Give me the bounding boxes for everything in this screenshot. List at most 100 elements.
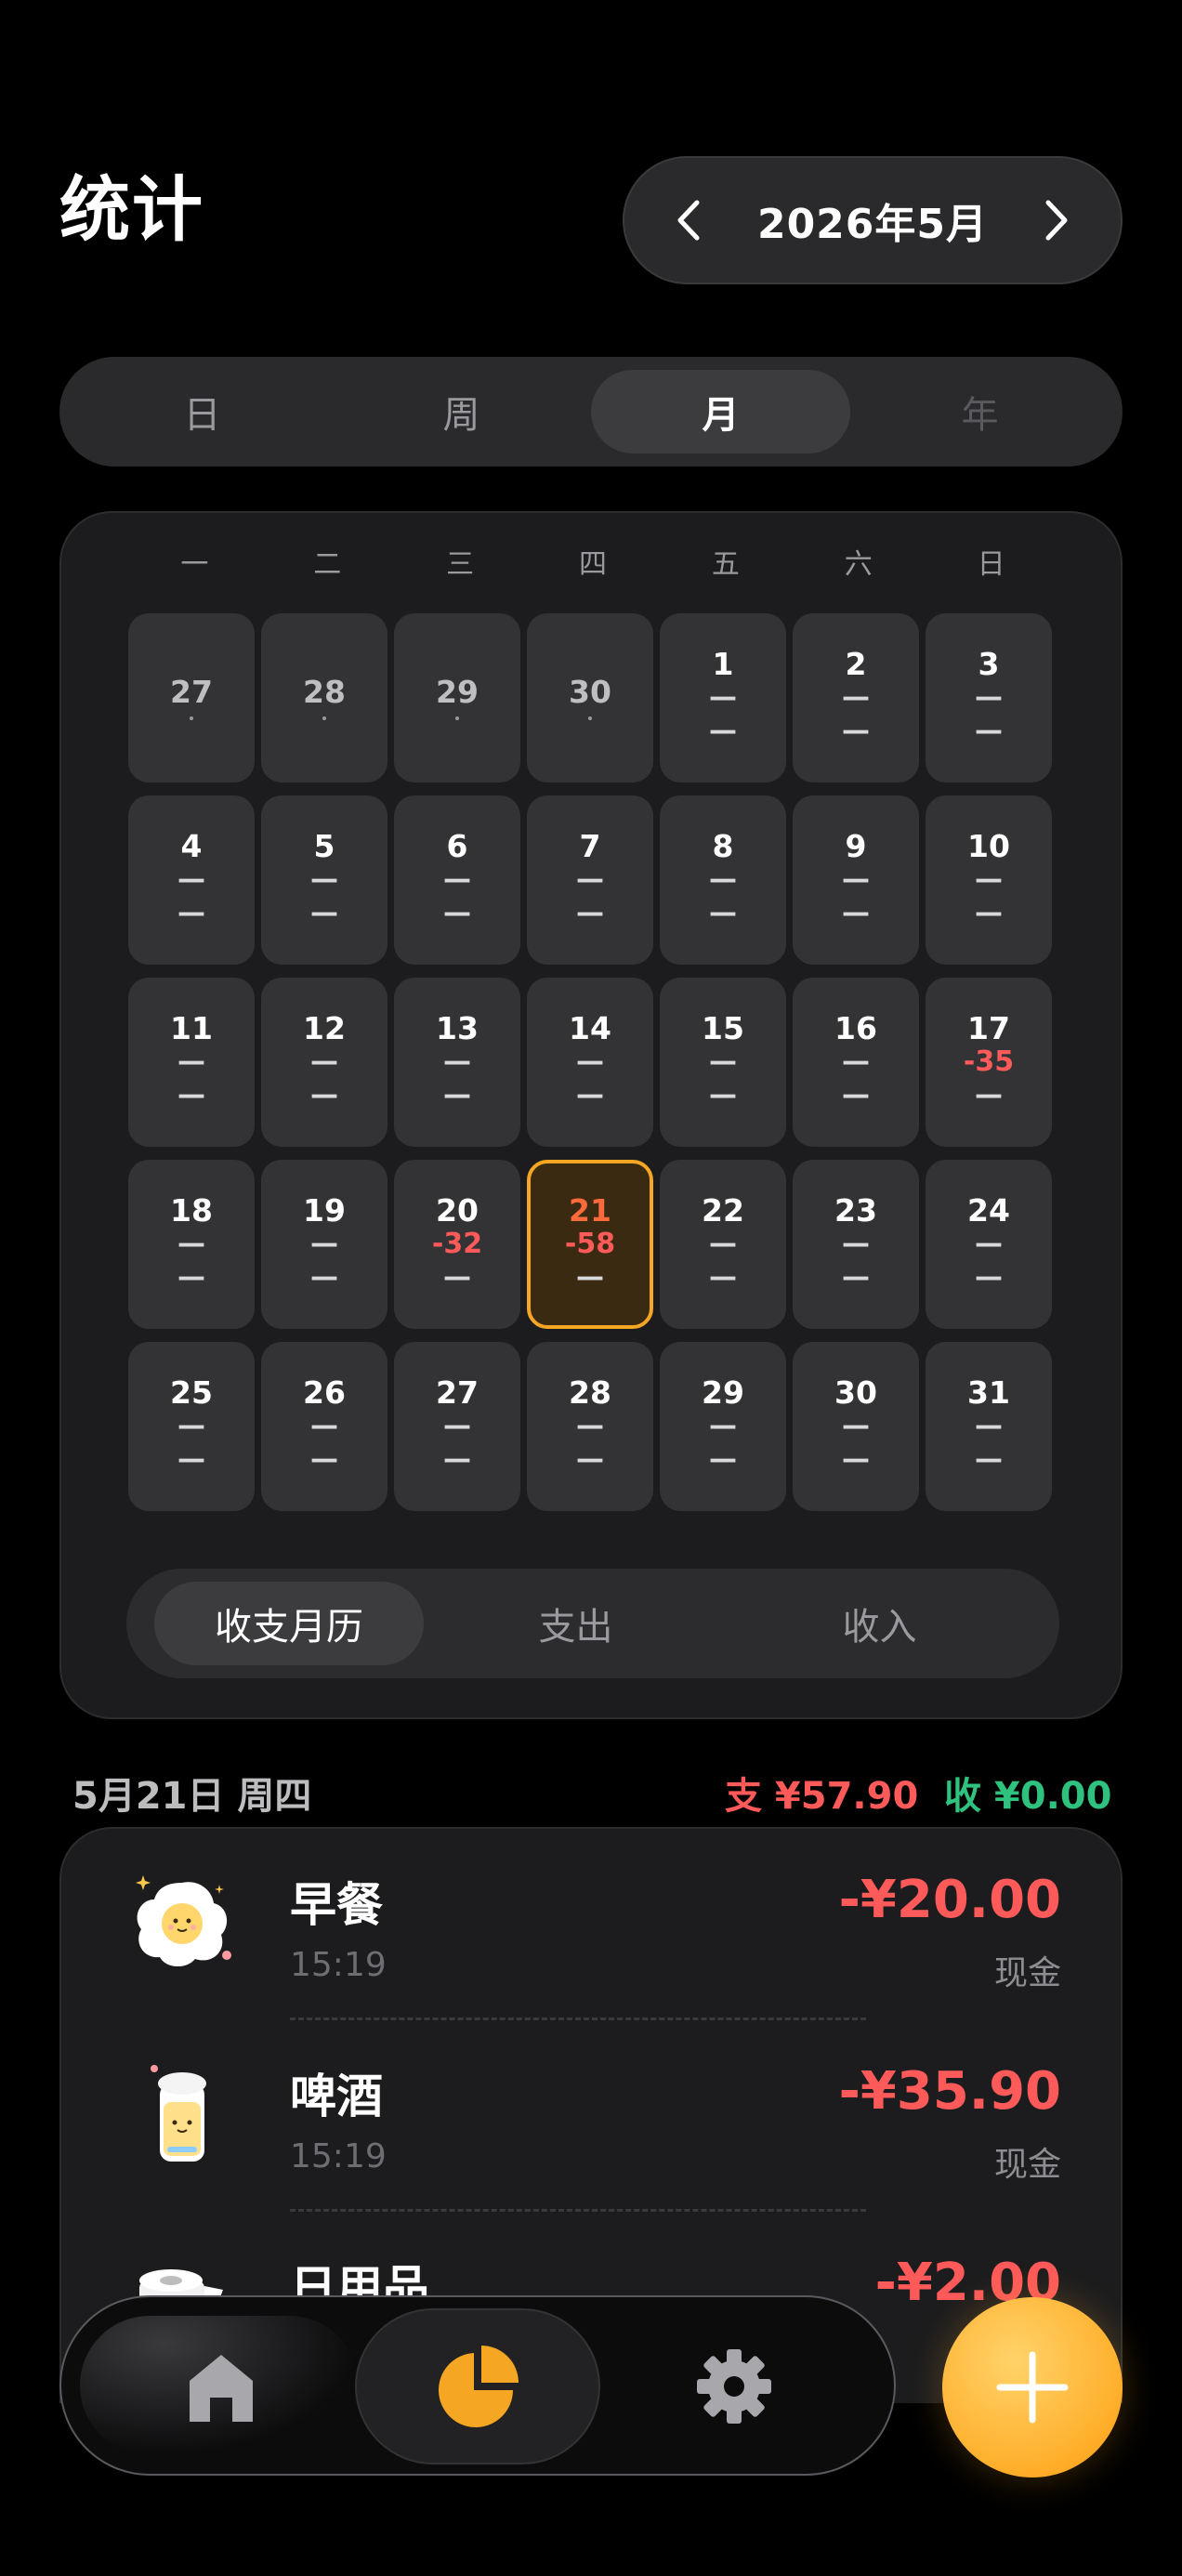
calendar-day-cell[interactable]: 6— — [394,795,520,965]
tab-week[interactable]: 周 [332,370,591,453]
page-title: 统计 [59,168,204,251]
chevron-left-icon[interactable] [665,197,712,243]
day-income: — [177,1261,205,1295]
calendar-day-cell[interactable]: 5— — [261,795,387,965]
day-income: — [310,1443,338,1477]
calendar-day-cell[interactable]: 4— — [128,795,255,965]
nav-statistics[interactable] [355,2308,600,2464]
day-expense: — [177,1045,205,1079]
weekday-label: 二 [313,548,342,581]
period-tabs: 日 周 月 年 [59,357,1123,467]
calendar-day-cell[interactable]: 1— — [660,613,786,782]
calendar-mode-tabs: 收支月历 支出 收入 [126,1569,1059,1678]
calendar-day-cell[interactable]: 31— — [926,1342,1052,1511]
calendar-day-cell[interactable]: 8— — [660,795,786,965]
day-number: 1 [712,645,734,682]
tab-day[interactable]: 日 [72,370,332,453]
day-number: 30 [834,1373,877,1411]
day-expense: — [975,863,1003,897]
calendar-day-cell[interactable]: 18— — [128,1160,255,1329]
day-number: 24 [967,1191,1010,1229]
day-number: 10 [967,827,1010,864]
nav-settings[interactable] [611,2308,857,2464]
current-month-label[interactable]: 2026年5月 [757,191,988,250]
calendar-day-cell[interactable]: 10— — [926,795,1052,965]
transaction-name: 啤酒 [290,2070,383,2123]
tab-year[interactable]: 年 [850,370,1110,453]
add-record-button[interactable] [942,2297,1123,2477]
day-number: 19 [303,1191,346,1229]
day-number: 29 [702,1373,744,1411]
day-income: — [576,1261,604,1295]
calendar-day-cell[interactable]: 27— — [394,1342,520,1511]
calendar-day-cell[interactable]: 29— — [660,1342,786,1511]
calendar-day-cell[interactable]: 29 [394,613,520,782]
day-expense: -35 [963,1045,1015,1079]
calendar-day-cell[interactable]: 15— — [660,978,786,1147]
day-expense: — [709,1045,737,1079]
tab-month[interactable]: 月 [591,370,850,453]
day-number: 25 [170,1373,213,1411]
calendar-day-cell[interactable]: 17 -35— [926,978,1052,1147]
day-number: 27 [436,1373,479,1411]
calendar-day-cell[interactable]: 30— — [793,1342,919,1511]
day-expense: — [443,1045,471,1079]
calendar-day-cell[interactable]: 12— — [261,978,387,1147]
calendar-day-cell[interactable]: 28 [261,613,387,782]
calendar-day-cell[interactable]: 30 [527,613,653,782]
day-income: — [177,897,205,930]
calendar-day-cell[interactable]: 25— — [128,1342,255,1511]
day-number: 15 [702,1009,744,1046]
day-number: 5 [313,827,335,864]
day-expense: — [842,1045,870,1079]
tab-expense[interactable]: 支出 [424,1582,728,1665]
gear-icon [697,2349,771,2424]
tab-income-expense-calendar[interactable]: 收支月历 [154,1582,424,1665]
calendar-day-cell[interactable]: 3— — [926,613,1052,782]
day-income: — [709,897,737,930]
day-number: 20 [436,1191,479,1229]
calendar-day-cell[interactable]: 26— — [261,1342,387,1511]
day-number: 21 [569,1191,611,1229]
day-number: 13 [436,1009,479,1046]
transaction-time: 15:19 [290,2137,387,2175]
calendar-day-cell[interactable]: 7— — [527,795,653,965]
calendar-day-cell[interactable]: 27 [128,613,255,782]
day-expense: — [842,1410,870,1443]
calendar-day-cell[interactable]: 19— — [261,1160,387,1329]
tab-income[interactable]: 收入 [728,1582,1031,1665]
calendar-day-cell[interactable]: 11— — [128,978,255,1147]
day-expense: — [310,1228,338,1261]
day-number: 11 [170,1009,213,1046]
day-number: 12 [303,1009,346,1046]
day-income: — [310,1261,338,1295]
calendar-day-cell-selected[interactable]: 21 -58— [527,1160,653,1329]
calendar-day-cell[interactable]: 24— — [926,1160,1052,1329]
day-income: — [576,1079,604,1112]
calendar-day-cell[interactable]: 16— — [793,978,919,1147]
day-number: 7 [579,827,601,864]
calendar-day-cell[interactable]: 2— — [793,613,919,782]
day-expense: — [709,1410,737,1443]
calendar-day-cell[interactable]: 20 -32— [394,1160,520,1329]
weekday-label: 四 [579,548,607,581]
calendar-day-cell[interactable]: 22— — [660,1160,786,1329]
day-expense: — [310,863,338,897]
list-item[interactable]: 啤酒 15:19 -¥35.90 现金 [61,2020,1121,2212]
calendar-day-cell[interactable]: 28— — [527,1342,653,1511]
calendar-day-cell[interactable]: 23— — [793,1160,919,1329]
nav-home[interactable] [98,2308,344,2464]
day-number: 30 [569,673,611,710]
calendar-day-cell[interactable]: 14— — [527,978,653,1147]
chevron-right-icon[interactable] [1033,197,1080,243]
calendar-day-cell[interactable]: 13— — [394,978,520,1147]
calendar-day-cell[interactable]: 9— — [793,795,919,965]
day-income: — [576,897,604,930]
day-income: — [709,1261,737,1295]
day-income: — [576,1443,604,1477]
day-income: — [443,1079,471,1112]
day-income: — [975,715,1003,748]
list-item[interactable]: 早餐 15:19 -¥20.00 现金 [61,1829,1121,2020]
day-expense: — [975,1228,1003,1261]
weekday-label: 六 [844,548,873,581]
